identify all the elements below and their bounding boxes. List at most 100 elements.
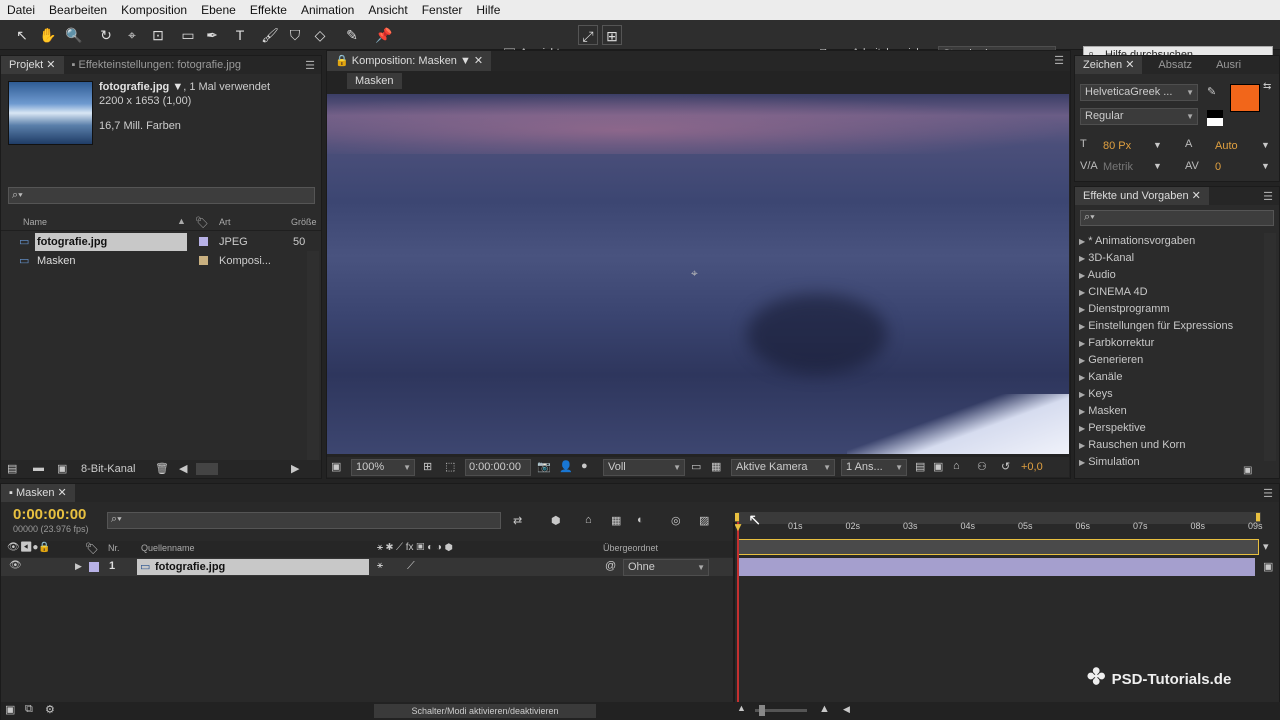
tab-effects-presets[interactable]: Effekte und Vorgaben ✕ — [1075, 187, 1209, 205]
snap-features-icon[interactable]: ⊞ — [602, 25, 622, 45]
timeline-icon[interactable]: ▣ — [933, 460, 943, 473]
layer-row[interactable]: 👁 ▶ 1 fotografie.jpg ▭ ⚹ ⟋ @ Ohne — [1, 558, 733, 576]
tab-effect-controls[interactable]: ▪ Effekteinstellungen: fotografie.jpg — [64, 56, 292, 74]
menu-item-7[interactable]: Fenster — [415, 3, 470, 17]
brainstorm-icon[interactable]: ◎ — [671, 514, 681, 527]
menu-item-8[interactable]: Hilfe — [469, 3, 507, 17]
item-label-color[interactable] — [199, 256, 208, 265]
trash-icon[interactable]: 🗑 — [155, 462, 169, 475]
hand-tool-icon[interactable]: ✋ — [38, 25, 58, 45]
bit-depth-label[interactable]: 8-Bit-Kanal — [81, 463, 135, 475]
work-area-bar[interactable] — [737, 512, 1261, 524]
col-source-name[interactable]: Quellenname — [141, 543, 195, 553]
zoom-select[interactable]: 100% — [351, 459, 415, 476]
menu-item-5[interactable]: Animation — [294, 3, 361, 17]
comp-button-icon[interactable]: ▾ — [1263, 540, 1269, 553]
flowchart-icon[interactable]: ⚇ — [977, 460, 987, 473]
layer-label-color[interactable] — [89, 562, 99, 572]
views-select[interactable]: 1 Ans... — [841, 459, 907, 476]
region-of-interest-icon[interactable]: ⬚ — [445, 460, 455, 473]
shy-switch-icon[interactable]: ⚹ — [377, 560, 383, 571]
resolution-select[interactable]: Voll — [603, 459, 685, 476]
interpret-footage-icon[interactable]: ▤ — [7, 462, 17, 475]
effects-category[interactable]: ▶ Kanäle — [1079, 368, 1122, 386]
col-name[interactable]: Name — [23, 217, 47, 227]
project-search-input[interactable]: ⌕▾ — [8, 187, 315, 204]
pan-behind-tool-icon[interactable]: ⊡ — [148, 25, 168, 45]
kerning-value[interactable]: Metrik — [1103, 161, 1133, 173]
always-preview-icon[interactable]: ▣ — [331, 460, 341, 473]
visibility-icon[interactable]: 👁 — [9, 560, 22, 571]
expand-arrow-icon[interactable]: ▶ — [1079, 237, 1085, 246]
rotate-tool-icon[interactable]: ↻ — [96, 25, 116, 45]
snap-icon[interactable]: ⤢ — [578, 25, 598, 45]
timeline-search-input[interactable]: ⌕▾ — [107, 512, 501, 529]
tracking-value[interactable]: 0 — [1215, 161, 1221, 173]
layer-name[interactable]: fotografie.jpg — [137, 559, 369, 575]
tracking-dropdown-icon[interactable]: ▼ — [1261, 161, 1270, 171]
expand-arrow-icon[interactable]: ▶ — [1079, 305, 1085, 314]
quality-switch-icon[interactable]: ⟋ — [407, 560, 415, 573]
effects-category[interactable]: ▶ * Animationsvorgaben — [1079, 232, 1195, 250]
panel-menu-icon[interactable]: ☰ — [1263, 190, 1273, 203]
effects-category[interactable]: ▶ Simulation — [1079, 453, 1140, 471]
expand-arrow-icon[interactable]: ▶ — [1079, 254, 1085, 263]
effects-category[interactable]: ▶ Audio — [1079, 266, 1116, 284]
shy-layers-icon[interactable]: ⌂ — [585, 514, 592, 526]
text-tool-icon[interactable]: T — [230, 25, 250, 45]
expand-arrow-icon[interactable]: ▶ — [1079, 373, 1085, 382]
comp-mini-flowchart-icon[interactable]: ▣ — [5, 703, 15, 716]
current-time-indicator[interactable] — [737, 522, 739, 702]
layer-duration-bar[interactable] — [737, 558, 1255, 576]
roto-brush-tool-icon[interactable]: ✎ — [342, 25, 362, 45]
comp-flowchart-icon[interactable]: ⌂ — [953, 460, 960, 472]
tab-character[interactable]: Zeichen ✕ — [1075, 56, 1143, 74]
fill-color-swatch[interactable] — [1230, 84, 1260, 112]
menu-item-2[interactable]: Komposition — [114, 3, 194, 17]
zoom-tool-icon[interactable]: 🔍 — [64, 25, 84, 45]
fast-previews-icon[interactable]: ▭ — [691, 460, 701, 473]
composition-breadcrumb[interactable]: Masken — [347, 73, 402, 89]
expand-switches-icon[interactable]: ⧉ — [25, 703, 33, 716]
panel-menu-icon[interactable]: ☰ — [305, 59, 315, 72]
font-style-select[interactable]: Regular — [1080, 108, 1198, 125]
exposure-value[interactable]: +0,0 — [1021, 461, 1043, 473]
camera-select[interactable]: Aktive Kamera — [731, 459, 835, 476]
project-item[interactable]: ▭ fotografie.jpg JPEG 50 — [1, 233, 307, 251]
effects-category[interactable]: ▶ CINEMA 4D — [1079, 283, 1148, 301]
effects-category[interactable]: ▶ Keys — [1079, 385, 1113, 403]
expand-arrow-icon[interactable]: ▶ — [1079, 390, 1085, 399]
menu-item-6[interactable]: Ansicht — [361, 3, 414, 17]
zoom-out-icon[interactable]: ▲ — [737, 703, 746, 713]
snapshot-icon[interactable]: 📷 — [537, 460, 551, 473]
menu-item-3[interactable]: Ebene — [194, 3, 243, 17]
leading-dropdown-icon[interactable]: ▼ — [1261, 140, 1270, 150]
tab-align[interactable]: Ausri — [1200, 56, 1249, 74]
menu-item-0[interactable]: Datei — [0, 3, 42, 17]
pickwhip-icon[interactable]: @ — [605, 560, 616, 572]
tab-timeline[interactable]: ▪ Masken ✕ — [1, 484, 75, 502]
brush-tool-icon[interactable]: 🖌 — [260, 25, 280, 45]
menu-item-1[interactable]: Bearbeiten — [42, 3, 114, 17]
rectangle-tool-icon[interactable]: ▭ — [178, 25, 198, 45]
horizontal-scroll-thumb[interactable] — [196, 463, 218, 475]
transparency-grid-icon[interactable]: ▦ — [711, 460, 721, 473]
tab-paragraph[interactable]: Absatz — [1142, 56, 1200, 74]
toggle-pixel-aspect-icon[interactable]: ▤ — [915, 460, 925, 473]
effects-search-input[interactable]: ⌕▾ — [1080, 210, 1274, 226]
expand-arrow-icon[interactable]: ▶ — [1079, 288, 1085, 297]
motion-blur-icon[interactable]: ◐ — [637, 514, 644, 526]
expand-arrow-icon[interactable]: ▶ — [1079, 322, 1085, 331]
reset-exposure-icon[interactable]: ↺ — [1001, 460, 1010, 473]
project-scrollbar[interactable] — [307, 251, 319, 461]
parent-select[interactable]: Ohne — [623, 559, 709, 576]
expand-arrow-icon[interactable]: ▶ — [1079, 424, 1085, 433]
expand-arrow-icon[interactable]: ▶ — [1079, 441, 1085, 450]
tab-project[interactable]: Projekt ✕ — [1, 56, 64, 74]
effects-category[interactable]: ▶ Einstellungen für Expressions — [1079, 317, 1233, 335]
expand-arrow-icon[interactable]: ▶ — [1079, 407, 1085, 416]
effects-category[interactable]: ▶ Farbkorrektur — [1079, 334, 1154, 352]
new-bin-icon[interactable]: ▣ — [1243, 465, 1252, 476]
puppet-pin-tool-icon[interactable]: 📌 — [374, 25, 394, 45]
effects-category[interactable]: ▶ 3D-Kanal — [1079, 249, 1134, 267]
